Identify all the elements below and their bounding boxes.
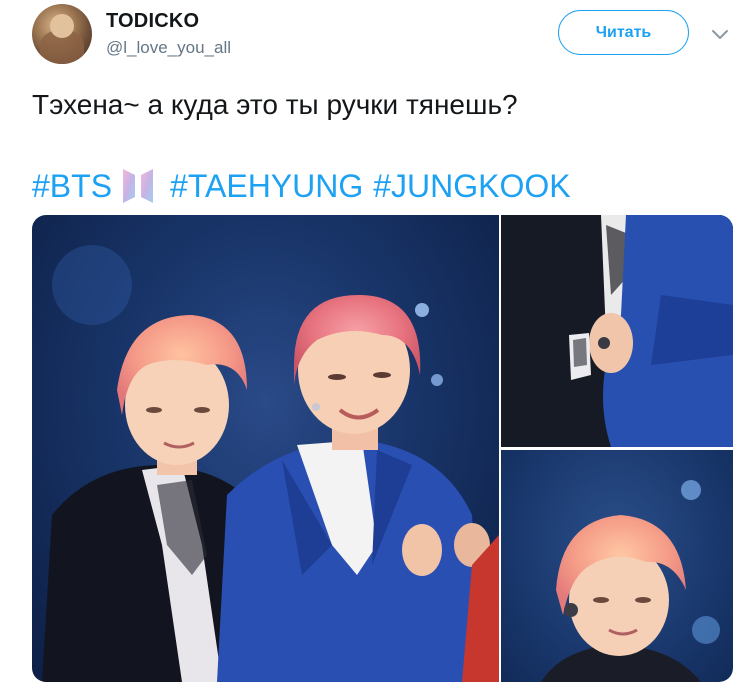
avatar-face xyxy=(50,14,74,38)
photo-bottom-right-illustration xyxy=(541,480,720,682)
media-grid xyxy=(32,215,733,682)
follow-button[interactable]: Читать xyxy=(558,10,689,55)
photo-main-illustration xyxy=(42,245,499,682)
tweet-header: TODICKO @l_love_you_all Читать xyxy=(0,0,748,80)
avatar[interactable] xyxy=(32,4,92,64)
hashtag-jungkook[interactable]: #JUNGKOOK xyxy=(373,168,570,204)
hashtag-bts[interactable]: #BTS xyxy=(32,168,112,204)
tweet-text: Тэхена~ а куда это ты ручки тянешь? xyxy=(32,89,518,120)
photo-main[interactable] xyxy=(32,215,499,682)
user-handle[interactable]: @l_love_you_all xyxy=(106,38,231,58)
display-name[interactable]: TODICKO xyxy=(106,10,199,33)
photo-top-right-illustration xyxy=(501,215,733,447)
photo-top-right[interactable] xyxy=(501,215,733,447)
hashtag-line: #BTS #TAEHYUNG #JUNGKOOK xyxy=(32,166,571,206)
photo-bottom-right[interactable] xyxy=(501,450,733,682)
bts-logo-icon xyxy=(123,169,154,203)
hashtag-taehyung[interactable]: #TAEHYUNG xyxy=(170,168,363,204)
chevron-down-icon[interactable] xyxy=(710,24,730,44)
